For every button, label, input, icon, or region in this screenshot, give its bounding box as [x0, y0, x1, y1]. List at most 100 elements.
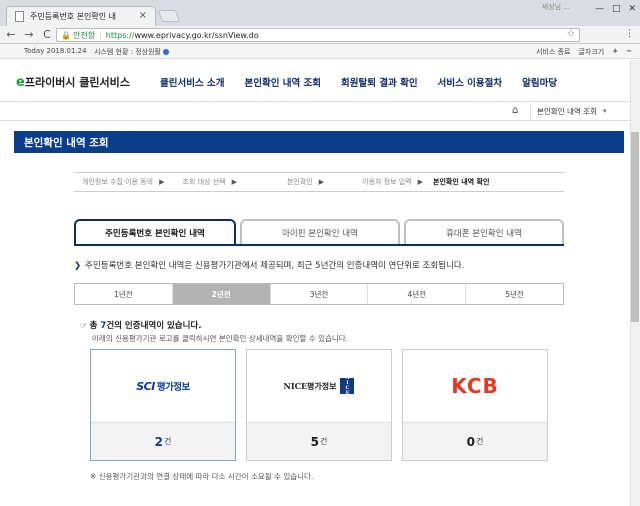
summary-description: 아래의 신용평가기관 로고를 클릭하시면 본인확인 상세내역을 확인할 수 있습…	[92, 334, 349, 343]
sci-logo[interactable]: SCI 평가정보	[91, 350, 235, 422]
end-service-link[interactable]: 서비스 종료	[536, 47, 570, 57]
year-selector: 1년전 2년전 3년전 4년전 5년전	[74, 283, 564, 305]
step-result: 본인확인 내역 확인	[433, 177, 489, 187]
agency-card-kcb[interactable]: KCB 0건	[402, 349, 548, 461]
step-user-info: 이용자 정보 입력 ▶	[362, 177, 429, 187]
omnibox-separator: |	[99, 30, 102, 40]
browser-tab[interactable]: 주민등록번호 본인확인 내 ×	[6, 6, 156, 26]
footnote: ※ 신용평가기관과의 연결 상태에 따라 다소 시간이 소요될 수 있습니다.	[90, 472, 314, 481]
summary-prefix: 총	[89, 321, 101, 331]
tab-mobile-history[interactable]: 휴대폰 본인확인 내역	[404, 219, 564, 245]
logo-text: 프라이버시 클린서비스	[24, 76, 130, 89]
profile-chip[interactable]: 세상님 ...	[542, 2, 570, 12]
sci-count: 2	[154, 434, 163, 449]
page-title: 본인확인 내역 조회	[14, 131, 624, 153]
scrollbar-thumb[interactable]	[631, 132, 639, 322]
minimize-icon[interactable]: —	[595, 4, 604, 14]
font-decrease-button[interactable]: −	[626, 47, 632, 57]
window-controls: — □ ✕	[595, 4, 636, 14]
browser-toolbar: ← → C 🔒 안전함 | https:// www.eprivacy.go.k…	[0, 26, 640, 44]
nice-logo-main: NICE평가정보	[283, 380, 337, 391]
toolbar-right: ⋮	[625, 29, 634, 39]
result-summary: ☞ 총 7건의 인증내역이 있습니다.	[80, 319, 202, 331]
kcb-logo[interactable]: KCB	[403, 350, 547, 422]
tab-underline	[74, 244, 564, 246]
font-size-label: 글자크기	[578, 48, 605, 56]
step-arrow-icon: ▶	[231, 178, 237, 186]
notice-text: 주민등록번호 본인확인 내역은 신용평가기관에서 제공되며, 최근 5년간의 인…	[85, 261, 465, 271]
count-unit: 건	[319, 437, 328, 446]
nice-logo[interactable]: NICE평가정보 N I C E	[247, 350, 391, 422]
step-select-target: 조회 대상 선택 ▶	[182, 177, 242, 187]
tab-ssn-history[interactable]: 주민등록번호 본인확인 내역	[74, 219, 236, 245]
agency-count: 0건	[403, 422, 547, 460]
site-util-bar: Today 2018.01.24 시스템 현황 : 정상원활 서비스 종료 글자…	[0, 44, 640, 59]
step-identity-check: 본인확인 ▶	[287, 177, 330, 187]
count-unit: 건	[163, 437, 172, 446]
year-5[interactable]: 5년전	[466, 284, 563, 304]
page-icon	[15, 11, 24, 22]
breadcrumb-current: 본인확인 내역 조회	[537, 106, 597, 116]
history-tabs: 주민등록번호 본인확인 내역 아이핀 본인확인 내역 휴대폰 본인확인 내역	[74, 219, 564, 245]
process-steps: 개인정보 수집·이용 동의 ▶ 조회 대상 선택 ▶ 본인확인 ▶ 이용자 정보…	[74, 172, 564, 192]
url-text: www.eprivacy.go.kr/ssnView.do	[134, 30, 259, 40]
chevron-down-icon: ▾	[602, 107, 607, 115]
year-4[interactable]: 4년전	[368, 284, 467, 304]
nice-count: 5	[310, 434, 319, 449]
chevron-right-icon: ❯	[74, 261, 82, 271]
reload-icon[interactable]: C	[40, 28, 54, 41]
hand-pointer-icon: ☞	[80, 321, 88, 331]
step-consent: 개인정보 수집·이용 동의 ▶	[82, 177, 170, 187]
summary-suffix: 건의 인증내역이 있습니다.	[106, 321, 202, 331]
address-bar[interactable]: 🔒 안전함 | https:// www.eprivacy.go.kr/ssnV…	[56, 28, 580, 42]
nice-logo-box: N I C E	[340, 376, 355, 396]
nice-box-letter: E	[345, 390, 350, 396]
maximize-icon[interactable]: □	[612, 4, 621, 14]
bookmark-star-icon[interactable]: ☆	[567, 29, 575, 39]
step-label: 이용자 정보 입력	[362, 178, 412, 186]
site-header: e프라이버시 클린서비스 클린서비스 소개 본인확인 내역 조회 회원탈퇴 결과…	[0, 60, 640, 100]
agency-card-nice[interactable]: NICE평가정보 N I C E 5건	[246, 349, 392, 461]
status-dot-icon	[163, 49, 169, 55]
today-date: Today 2018.01.24	[24, 47, 87, 55]
notice: ❯ 주민등록번호 본인확인 내역은 신용평가기관에서 제공되며, 최근 5년간의 …	[74, 259, 464, 271]
back-icon[interactable]: ←	[4, 28, 18, 41]
secure-label: 안전함	[72, 30, 96, 40]
breadcrumb: ⌂ 본인확인 내역 조회 ▾	[0, 101, 640, 121]
page-scrollbar[interactable]	[630, 60, 640, 506]
site-logo[interactable]: e프라이버시 클린서비스	[16, 74, 130, 90]
year-3[interactable]: 3년전	[271, 284, 369, 304]
lock-icon: 🔒	[61, 30, 71, 40]
sci-logo-text: SCI 평가정보	[136, 379, 190, 393]
nav-intro[interactable]: 클린서비스 소개	[160, 75, 225, 89]
year-1[interactable]: 1년전	[75, 284, 173, 304]
nav-notice[interactable]: 알림마당	[522, 75, 557, 89]
kcb-count: 0	[466, 434, 475, 449]
forward-icon[interactable]: →	[22, 28, 36, 41]
tab-close-icon[interactable]: ×	[139, 10, 147, 21]
tab-ipin-history[interactable]: 아이핀 본인확인 내역	[240, 219, 400, 245]
kcb-logo-text: KCB	[451, 374, 499, 398]
system-status-text: 시스템 현황 : 정상원활	[94, 48, 161, 56]
menu-icon[interactable]: ⋮	[625, 29, 634, 39]
browser-tab-bar: 주민등록번호 본인확인 내 × 세상님 ... — □ ✕	[0, 0, 640, 26]
nav-identity-history[interactable]: 본인확인 내역 조회	[245, 75, 322, 89]
step-arrow-icon: ▶	[417, 178, 424, 186]
url-scheme: https://	[105, 30, 135, 40]
close-window-icon[interactable]: ✕	[628, 4, 636, 14]
step-arrow-icon: ▶	[159, 178, 165, 186]
new-tab-button[interactable]	[157, 10, 181, 22]
agency-card-sci[interactable]: SCI 평가정보 2건	[90, 349, 236, 461]
nav-procedure[interactable]: 서비스 이용절차	[438, 75, 503, 89]
nav-withdrawal-result[interactable]: 회원탈퇴 결과 확인	[341, 75, 418, 89]
step-label: 본인확인 내역 확인	[433, 178, 490, 186]
main-nav: 클린서비스 소개 본인확인 내역 조회 회원탈퇴 결과 확인 서비스 이용절차 …	[160, 75, 557, 89]
sci-logo-sub: 평가정보	[156, 382, 190, 393]
breadcrumb-select[interactable]: 본인확인 내역 조회 ▾	[530, 103, 616, 119]
font-increase-button[interactable]: +	[612, 47, 618, 57]
tab-title: 주민등록번호 본인확인 내	[30, 12, 117, 21]
year-2[interactable]: 2년전	[172, 284, 271, 304]
step-arrow-icon: ▶	[318, 178, 325, 186]
agency-cards: SCI 평가정보 2건 NICE평가정보 N I C E 5건 KCB 0 건	[90, 349, 548, 461]
home-icon[interactable]: ⌂	[512, 105, 518, 116]
